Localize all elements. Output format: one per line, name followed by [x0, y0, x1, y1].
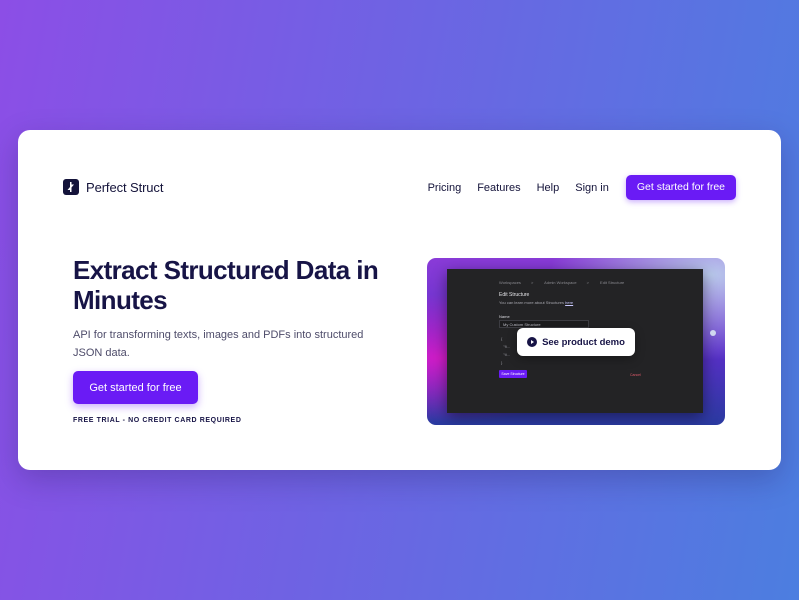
- top-nav: Pricing Features Help Sign in Get starte…: [428, 175, 736, 200]
- demo-breadcrumb: Workspaces > Admin Workspace > Edit Struct…: [499, 280, 634, 285]
- carousel-dot[interactable]: [710, 330, 716, 336]
- see-product-demo-button[interactable]: See product demo: [517, 328, 635, 356]
- demo-code-block: { "fi... "ti... }: [501, 335, 510, 367]
- demo-crumb-workspaces: Workspaces: [499, 280, 521, 285]
- code-line: "fi...: [501, 344, 510, 349]
- demo-heading: Edit Structure: [499, 292, 530, 298]
- nav-features[interactable]: Features: [477, 182, 520, 194]
- demo-help-sentence: You can learn more about Structures: [499, 300, 565, 305]
- nav-help[interactable]: Help: [537, 182, 560, 194]
- demo-crumb-edit: Edit Structure: [600, 280, 625, 285]
- brand-name: Perfect Struct: [86, 179, 164, 195]
- demo-save-button: Save Structure: [499, 370, 527, 378]
- brand-logo[interactable]: Perfect Struct: [63, 179, 163, 195]
- nav-get-started-button[interactable]: Get started for free: [625, 175, 736, 200]
- see-product-demo-label: See product demo: [542, 336, 625, 348]
- product-demo-preview[interactable]: Workspaces > Admin Workspace > Edit Struct…: [427, 258, 725, 425]
- nav-pricing[interactable]: Pricing: [428, 182, 462, 194]
- play-icon: [527, 337, 538, 347]
- demo-cancel-link: Cancel: [630, 373, 641, 377]
- demo-help-text: You can learn more about Structures here: [499, 300, 573, 305]
- demo-name-input: My Custom Structure: [499, 320, 589, 328]
- hero-subtitle: API for transforming texts, images and P…: [73, 329, 364, 359]
- hero-get-started-button[interactable]: Get started for free: [73, 371, 198, 404]
- crumb-separator: >: [530, 280, 534, 285]
- code-line: "ti...: [501, 352, 510, 357]
- demo-help-link: here: [565, 300, 574, 305]
- logo-icon: [63, 179, 79, 195]
- demo-crumb-admin: Admin Workspace: [544, 280, 577, 285]
- hero-card: Perfect Struct Pricing Features Help Sig…: [18, 130, 781, 470]
- code-line: }: [501, 360, 503, 365]
- demo-name-label: Name: [499, 314, 510, 319]
- free-trial-note: FREE TRIAL - NO CREDIT CARD REQUIRED: [73, 417, 242, 424]
- hero-title: Extract Structured Data in Minutes: [73, 255, 379, 315]
- crumb-separator: >: [586, 280, 589, 285]
- nav-sign-in[interactable]: Sign in: [575, 182, 609, 194]
- code-line: {: [501, 336, 503, 341]
